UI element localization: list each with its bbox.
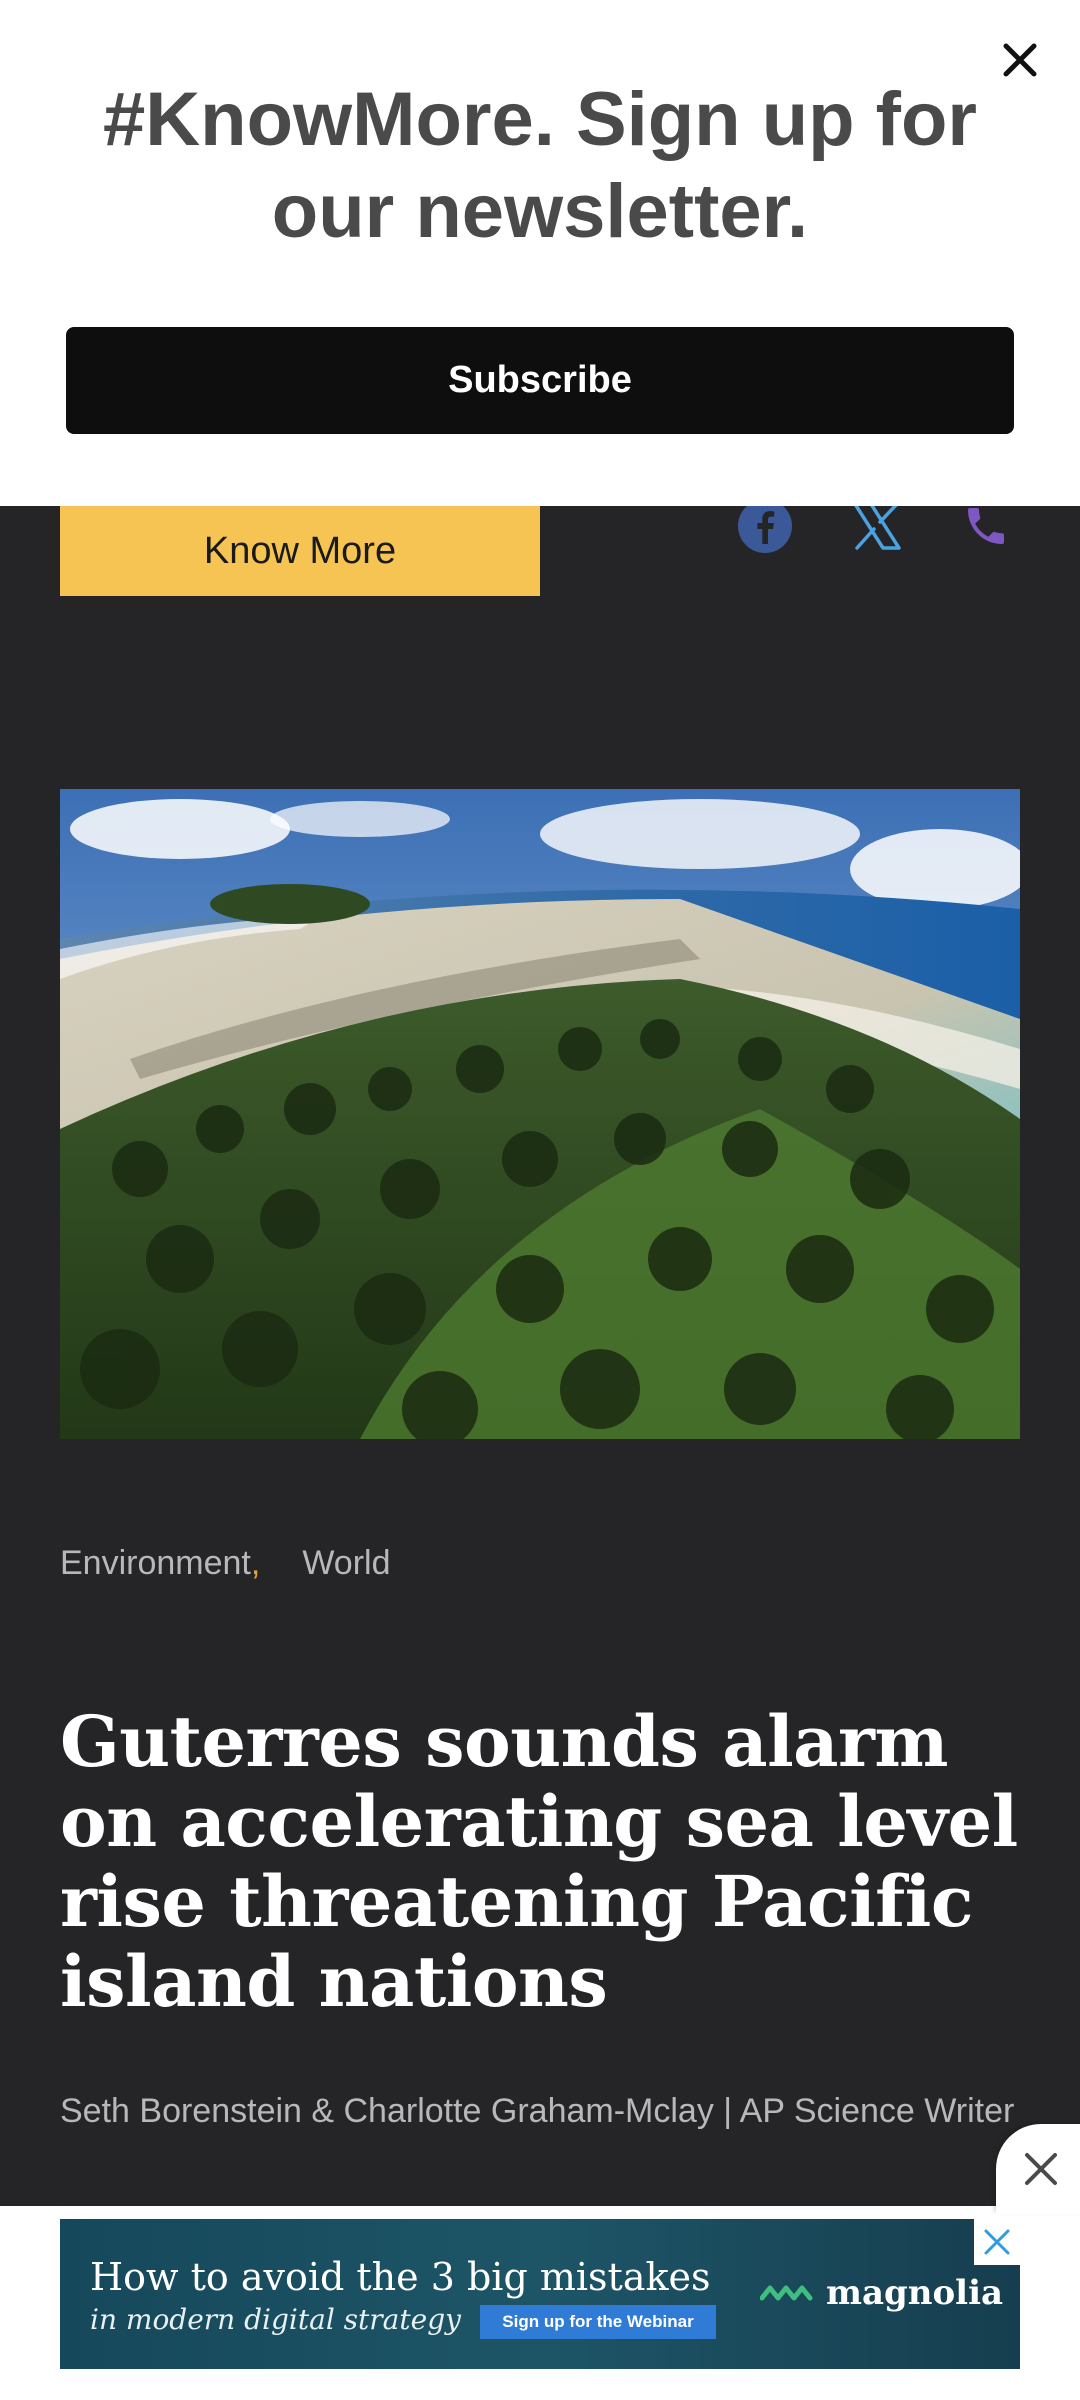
ad-cta-button[interactable]: Sign up for the Webinar — [480, 2305, 716, 2339]
article-headline: Guterres sounds alarm on accelerating se… — [60, 1700, 1018, 2023]
x-icon — [853, 502, 901, 550]
ad-brand-logo: magnolia — [760, 2273, 1003, 2313]
newsletter-signup-overlay: #KnowMore. Sign up for our newsletter. S… — [0, 0, 1080, 506]
ad-close-tab-button[interactable] — [996, 2124, 1080, 2214]
subscribe-button[interactable]: Subscribe — [66, 327, 1014, 434]
close-icon — [984, 2229, 1010, 2255]
magnolia-logo-icon — [760, 2285, 813, 2301]
close-icon — [1025, 2153, 1057, 2185]
category-link-world[interactable]: World — [302, 1544, 390, 1583]
newsletter-title: #KnowMore. Sign up for our newsletter. — [103, 77, 977, 254]
ad-banner[interactable]: How to avoid the 3 big mistakes in moder… — [60, 2219, 1020, 2369]
article-hero-image — [60, 789, 1020, 1439]
category-link-environment[interactable]: Environment — [60, 1544, 251, 1583]
ad-brand-name: magnolia — [826, 2273, 1004, 2313]
category-separator: , — [250, 1544, 261, 1582]
ad-subheadline: in modern digital strategy — [90, 2303, 461, 2336]
phone-icon — [968, 508, 1004, 544]
facebook-icon — [738, 499, 792, 553]
article-categories: Environment , World — [60, 1544, 391, 1583]
close-icon — [1003, 43, 1037, 77]
ad-dismiss-button[interactable] — [974, 2219, 1020, 2265]
ad-headline: How to avoid the 3 big mistakes — [90, 2255, 711, 2299]
know-more-button[interactable]: Know More — [60, 506, 540, 596]
article-byline: Seth Borenstein & Charlotte Graham-Mclay… — [60, 2092, 1015, 2130]
